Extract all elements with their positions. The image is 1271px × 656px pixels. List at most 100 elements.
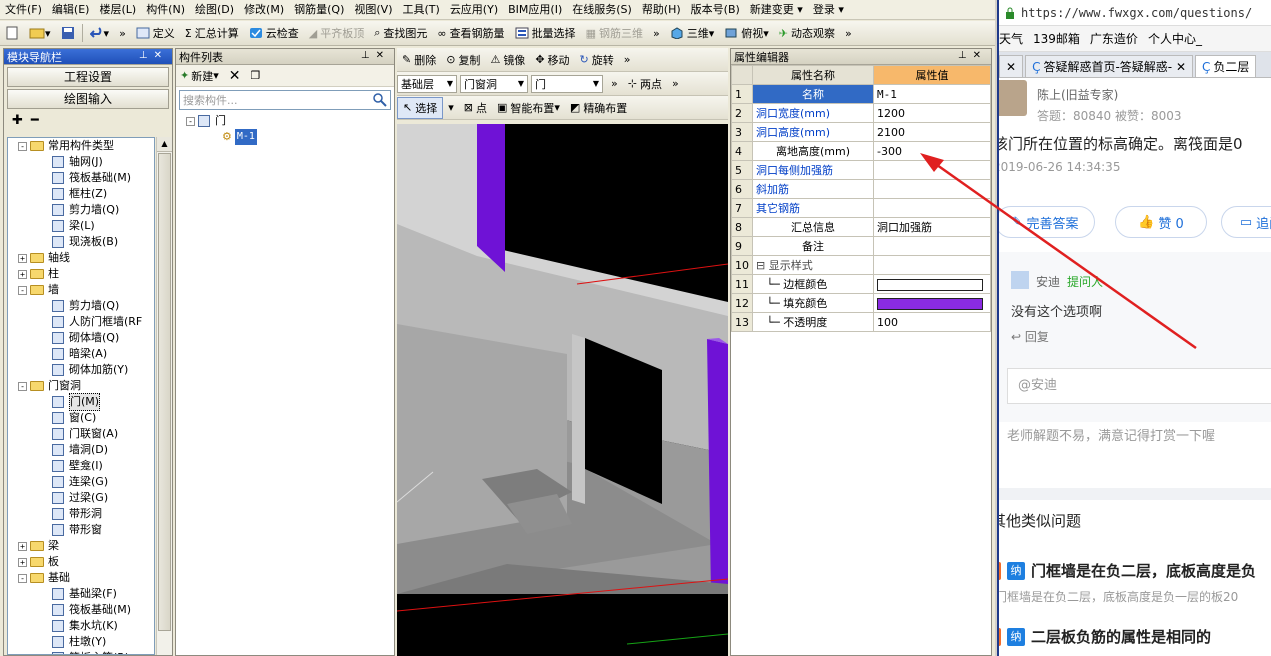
expand-icon[interactable]: + <box>18 253 27 263</box>
toolbar-overflow-3[interactable]: » <box>840 22 857 44</box>
summary-button[interactable]: Σ 汇总计算 <box>180 22 244 44</box>
two-point-button[interactable]: ⊹ 两点 <box>623 73 667 95</box>
tree-item[interactable]: 门联窗(A) <box>8 426 154 442</box>
menu-item[interactable]: 文件(F) <box>0 0 47 19</box>
property-row[interactable]: 7 其它钢筋 <box>731 198 991 218</box>
menu-item[interactable]: 钢筋量(Q) <box>289 0 349 19</box>
property-row[interactable]: 2 洞口宽度(mm) 1200 <box>731 103 991 123</box>
collapse-icon[interactable]: - <box>18 573 27 583</box>
tree-item[interactable]: 砌体加筋(Y) <box>8 362 154 378</box>
topview-button[interactable]: 俯视 ▾ <box>719 22 774 44</box>
follow-up-button[interactable]: ▭追问 <box>1221 206 1271 238</box>
menu-item[interactable]: 云应用(Y) <box>445 0 503 19</box>
panel-controls[interactable]: ⊥✕ <box>958 50 987 61</box>
menu-item[interactable]: BIM应用(I) <box>503 0 567 19</box>
bookmark-item[interactable]: 个人中心_ <box>1148 30 1202 47</box>
precise-layout-button[interactable]: ◩ 精确布置 <box>565 97 632 119</box>
similar-question-2[interactable]: 纳 二层板负筋的属性是相同的 <box>999 626 1211 647</box>
tree-folder[interactable]: - 门窗洞 <box>8 378 154 394</box>
tree-item[interactable]: 剪力墙(Q) <box>8 202 154 218</box>
component-search-box[interactable]: 搜索构件... <box>179 90 391 110</box>
menu-item[interactable]: 工具(T) <box>398 0 445 19</box>
menu-item[interactable]: 构件(N) <box>141 0 190 19</box>
tree-item[interactable]: 筏板基础(M) <box>8 602 154 618</box>
property-value[interactable] <box>873 293 991 313</box>
toolbar-overflow-2[interactable]: » <box>648 22 665 44</box>
overflow-button[interactable]: » <box>619 49 636 71</box>
navigator-scrollbar[interactable]: ▲ <box>156 137 172 655</box>
batch-select-button[interactable]: 批量选择 <box>510 22 581 44</box>
tree-item[interactable]: 集水坑(K) <box>8 618 154 634</box>
menu-item[interactable]: 编辑(E) <box>47 0 95 19</box>
property-value[interactable]: 1200 <box>873 103 991 123</box>
tree-folder[interactable]: - 常用构件类型 <box>8 138 154 154</box>
tree-item[interactable]: 窗(C) <box>8 410 154 426</box>
new-file-button[interactable] <box>0 22 24 44</box>
define-button[interactable]: 定义 <box>131 22 180 44</box>
property-value[interactable] <box>873 255 991 275</box>
tab-current[interactable]: Ç 负二层 <box>1195 55 1257 77</box>
menu-item[interactable]: 版本号(B) <box>686 0 745 19</box>
property-row[interactable]: 6 斜加筋 <box>731 179 991 199</box>
tree-item[interactable]: 带形窗 <box>8 522 154 538</box>
property-row[interactable]: 9 备注 <box>731 236 991 256</box>
tree-item[interactable]: 轴网(J) <box>8 154 154 170</box>
cloud-check-button[interactable]: 云检查 <box>244 22 304 44</box>
delete-component-icon[interactable]: ✕ <box>229 68 241 84</box>
tree-item[interactable]: 连梁(G) <box>8 474 154 490</box>
property-value[interactable]: M-1 <box>873 84 991 104</box>
property-value[interactable]: 洞口加强筋 <box>873 217 991 237</box>
menu-item[interactable]: 在线服务(S) <box>567 0 637 19</box>
save-button[interactable] <box>56 22 80 44</box>
similar-question-1[interactable]: 纳 门框墙是在负二层，底板高度是负 <box>999 560 1256 581</box>
expand-all-icon[interactable]: ✚ <box>12 113 23 128</box>
menu-item[interactable]: 视图(V) <box>349 0 397 19</box>
improve-answer-button[interactable]: ✎ 完善答案 <box>999 206 1095 238</box>
property-row[interactable]: 12 └─ 填充颜色 <box>731 293 991 313</box>
tree-folder[interactable]: + 梁 <box>8 538 154 554</box>
expand-icon[interactable]: + <box>18 541 27 551</box>
type-select[interactable]: 门 ▼ <box>531 74 603 93</box>
move-button[interactable]: ✥ 移动 <box>530 49 574 71</box>
reply-input[interactable]: @安迪 <box>1007 368 1271 404</box>
property-row[interactable]: 1 名称 M-1 <box>731 84 991 104</box>
smart-layout-button[interactable]: ▣ 智能布置 ▾ <box>492 97 565 119</box>
property-value[interactable]: 2100 <box>873 122 991 142</box>
open-file-button[interactable]: ▾ <box>24 22 56 44</box>
menu-item[interactable]: 帮助(H) <box>637 0 686 19</box>
address-bar[interactable]: https://www.fwxgx.com/questions/ <box>999 0 1271 26</box>
rotate-button[interactable]: ↻ 旋转 <box>575 49 619 71</box>
like-button[interactable]: 👍 赞 0 <box>1115 206 1207 238</box>
property-value[interactable] <box>873 198 991 218</box>
scroll-up-icon[interactable]: ▲ <box>157 137 172 152</box>
overflow-button-2[interactable]: » <box>667 73 684 95</box>
property-row[interactable]: 8 汇总信息 洞口加强筋 <box>731 217 991 237</box>
property-row[interactable]: 13 └─ 不透明度 100 <box>731 312 991 332</box>
tree-folder[interactable]: -墙 <box>8 282 154 298</box>
property-row[interactable]: 3 洞口高度(mm) 2100 <box>731 122 991 142</box>
tree-item[interactable]: 墙洞(D) <box>8 442 154 458</box>
tree-item[interactable]: 柱墩(Y) <box>8 634 154 650</box>
tree-item[interactable]: 暗梁(A) <box>8 346 154 362</box>
overflow-button[interactable]: » <box>606 73 623 95</box>
tree-item[interactable]: 剪力墙(Q) <box>8 298 154 314</box>
tree-item[interactable]: 人防门框墙(RF <box>8 314 154 330</box>
menu-item[interactable]: 登录 ▾ <box>808 0 849 19</box>
property-value[interactable]: -300 <box>873 141 991 161</box>
dynamic-view-button[interactable]: ✈ 动态观察 <box>774 22 840 44</box>
bookmark-item[interactable]: 天气 <box>999 30 1023 47</box>
bookmark-item[interactable]: 139邮箱 <box>1033 30 1080 47</box>
tree-folder[interactable]: + 柱 <box>8 266 154 282</box>
copy-component-icon[interactable]: ❐ <box>250 69 260 82</box>
3d-viewport[interactable] <box>397 124 728 656</box>
floor-select[interactable]: 基础层 ▼ <box>397 74 457 93</box>
tree-item[interactable]: 框柱(Z) <box>8 186 154 202</box>
collapse-icon[interactable]: - <box>18 141 27 151</box>
collapse-icon[interactable]: - <box>186 116 195 126</box>
group-collapse-icon[interactable]: ⊟ <box>756 259 769 272</box>
panel-controls[interactable]: ⊥✕ <box>139 50 168 61</box>
tree-folder[interactable]: + 轴线 <box>8 250 154 266</box>
undo-button[interactable]: ▾ <box>85 22 115 44</box>
point-button[interactable]: ⊠ 点 <box>459 97 492 119</box>
new-component-button[interactable]: ✦ 新建 ▾ <box>180 68 219 84</box>
